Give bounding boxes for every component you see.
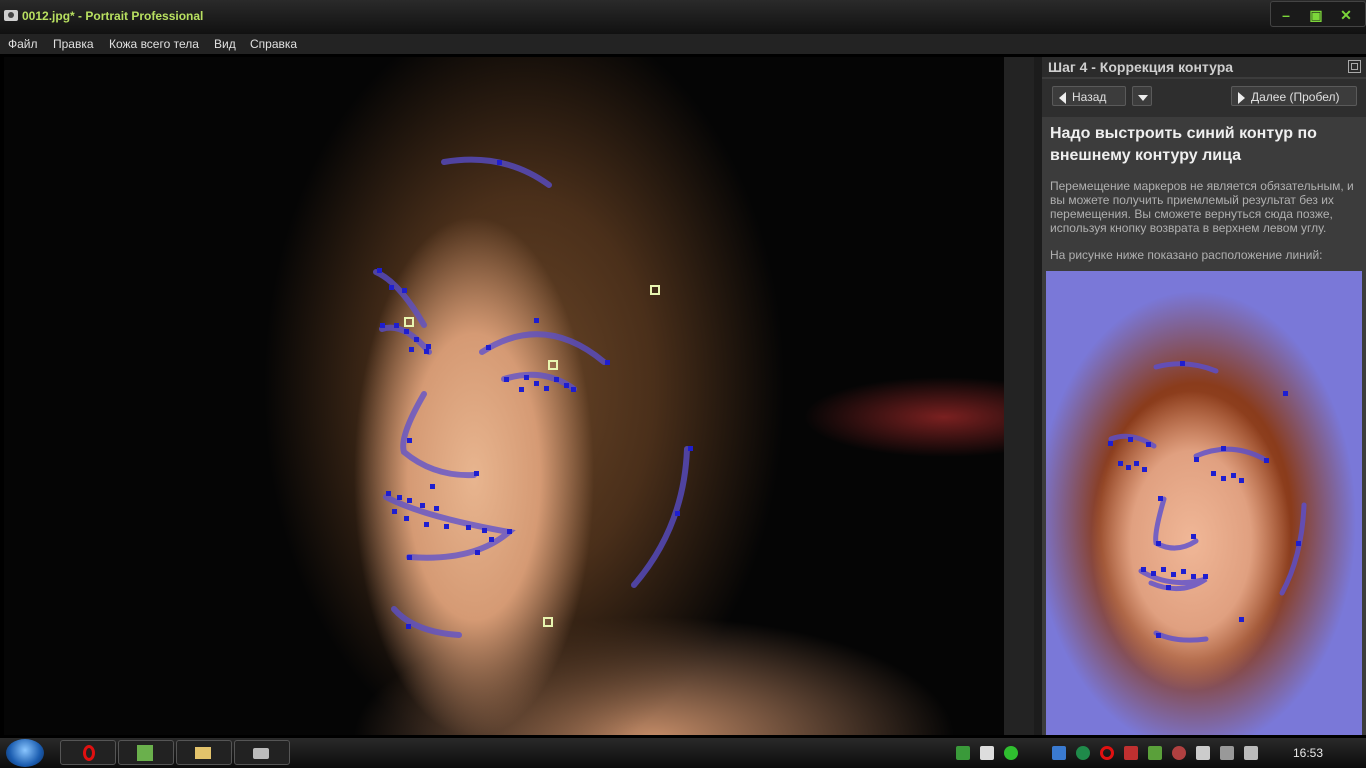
handle-right-eye [548,360,558,370]
next-label: Далее (Пробел) [1251,90,1340,104]
folder-icon [195,747,211,759]
opera-tray-icon[interactable] [1100,746,1114,760]
handle-left-eye [404,317,414,327]
start-button[interactable] [6,739,44,767]
right-brow-line [479,331,607,365]
instruction-heading: Надо выстроить синий контур по внешнему … [1050,125,1317,164]
forehead-line [441,156,552,188]
panel-header: Шаг 4 - Коррекция контура [1042,57,1366,77]
step-navigation: Назад Далее (Пробел) [1042,79,1366,117]
left-brow-line [373,269,427,328]
volume-tray-icon[interactable] [1220,746,1234,760]
panel-restore-icon[interactable] [1348,60,1361,73]
chevron-down-icon [1138,94,1148,101]
jaw-right-line [631,446,690,588]
menu-body-skin[interactable]: Кожа всего тела [109,37,199,51]
bug-tray-icon[interactable] [1172,746,1186,760]
handle-temple [650,285,660,295]
taskbar-download-button[interactable] [118,740,174,765]
step-panel: Шаг 4 - Коррекция контура Назад Далее (П… [1042,57,1366,735]
next-button[interactable]: Далее (Пробел) [1231,86,1357,106]
network-tray-icon[interactable] [956,746,970,760]
example-caption: На рисунке ниже показано расположение ли… [1050,248,1323,262]
canvas-margin [1004,57,1034,735]
example-contour-overlay [1108,361,1307,643]
taskbar-portrait-button[interactable] [234,740,290,765]
mail-tray-icon[interactable] [1124,746,1138,760]
maximize-button[interactable]: ▣ [1305,5,1327,25]
arrow-left-icon [1059,91,1066,104]
chin-line [391,606,462,638]
instruction-text: Перемещение маркеров не является обязате… [1050,179,1354,235]
arrow-right-icon [1238,91,1245,104]
title-bar: 0012.jpg* - Portrait Professional – ▣ ✕ [0,0,1366,34]
close-button[interactable]: ✕ [1335,5,1357,25]
menu-view[interactable]: Вид [214,37,236,51]
play-tray-icon[interactable] [1004,746,1018,760]
calendar-tray-icon[interactable] [980,746,994,760]
monitor-tray-icon[interactable] [1052,746,1066,760]
back-dropdown-button[interactable] [1132,86,1152,106]
menu-help[interactable]: Справка [250,37,297,51]
device-tray-icon[interactable] [1196,746,1210,760]
photo-canvas[interactable] [4,57,1004,735]
minimize-button[interactable]: – [1275,5,1297,25]
window-controls: – ▣ ✕ [1270,1,1366,27]
panel-splitter[interactable] [1034,57,1042,735]
taskbar-folder-button[interactable] [176,740,232,765]
camera-icon [4,10,18,21]
handle-chin [543,617,553,627]
update-tray-icon[interactable] [1076,746,1090,760]
back-label: Назад [1072,90,1107,104]
check-tray-icon[interactable] [1148,746,1162,760]
taskbar-opera-button[interactable] [60,740,116,765]
panel-title: Шаг 4 - Коррекция контура [1048,59,1234,75]
example-image [1046,271,1362,735]
taskbar [0,738,1366,768]
menu-bar: Файл Правка Кожа всего тела Вид Справка [0,34,1366,54]
window-title: 0012.jpg* - Portrait Professional [22,9,204,23]
camera-icon [253,748,269,759]
clock[interactable]: 16:53 [1293,746,1323,760]
power-tray-icon[interactable] [1244,746,1258,760]
contour-overlay[interactable] [4,57,1004,735]
menu-file[interactable]: Файл [8,37,38,51]
nose-line [400,391,477,479]
menu-edit[interactable]: Правка [53,37,94,51]
opera-icon [83,745,95,761]
download-icon [137,745,153,761]
back-button[interactable]: Назад [1052,86,1126,106]
